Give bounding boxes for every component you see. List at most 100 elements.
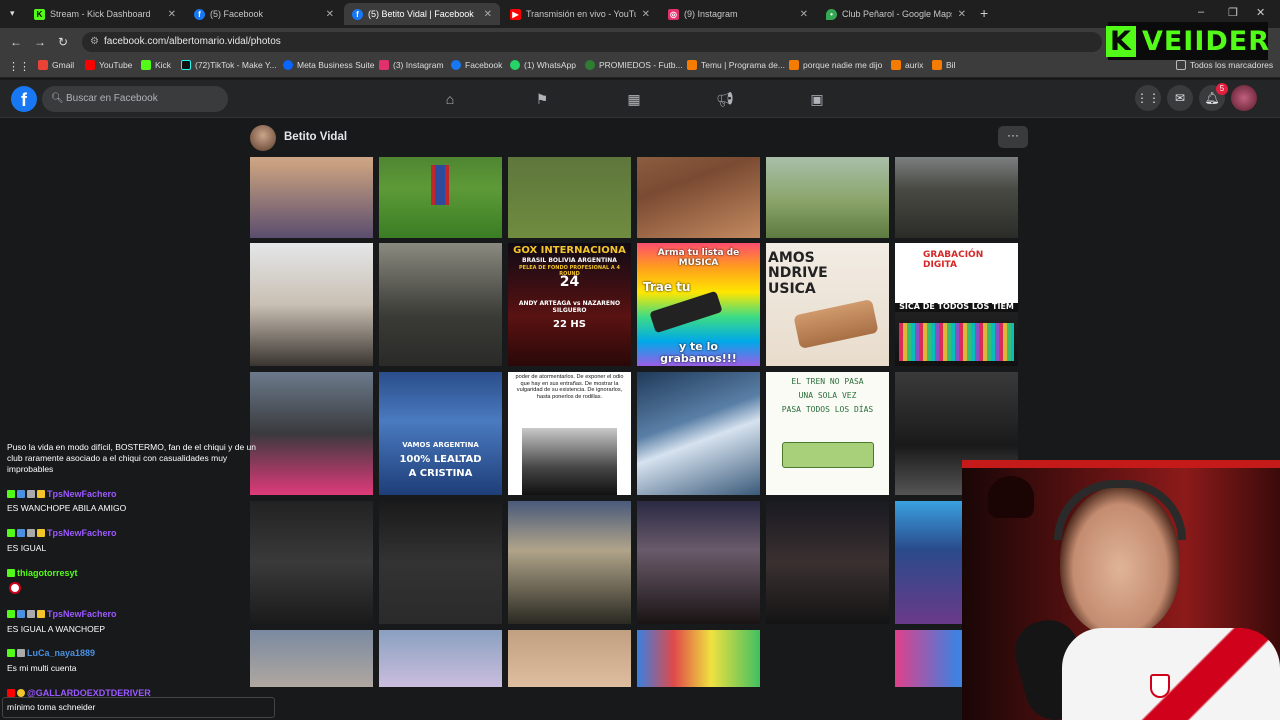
stream-chat-overlay: Puso la vida en modo difícil, BOSTERMO, … [0,440,275,720]
tab-google-maps[interactable]: • Club Peñarol - Google Maps ✕ [818,3,974,25]
new-tab-button[interactable]: + [980,5,988,21]
kick-badge-icon [7,569,15,577]
bookmark-porque[interactable]: porque nadie me dijo [789,60,882,70]
poster-line-3: A CRISTINA [408,468,473,479]
close-icon[interactable]: ✕ [800,9,808,20]
account-avatar[interactable] [1231,85,1257,111]
flag-icon[interactable]: ⚑ [533,90,551,108]
close-icon[interactable]: ✕ [168,9,176,20]
photo-thumbnail[interactable] [637,157,760,238]
photo-thumbnail[interactable] [250,243,373,366]
bookmark-meta[interactable]: Meta Business Suite [283,60,374,70]
folder-icon [687,60,697,70]
photo-thumbnail[interactable] [250,157,373,238]
quote-photo[interactable]: poder de atormentarlos. De exponer el od… [508,372,631,495]
tab-instagram[interactable]: ◎ (9) Instagram ✕ [660,3,816,25]
subscriber-badge-icon [17,649,25,657]
kick-badge-icon [7,649,15,657]
bookmark-whatsapp[interactable]: (1) WhatsApp [510,60,576,70]
bookmark-gmail[interactable]: Gmail [38,60,74,70]
photo-thumbnail[interactable] [508,501,631,624]
close-icon[interactable]: ✕ [958,9,966,20]
tab-youtube[interactable]: ▶ Transmisión en vivo - YouTube ✕ [502,3,658,25]
bookmark-kick[interactable]: Kick [141,60,171,70]
minimize-icon[interactable]: – [1198,6,1204,18]
photo-thumbnail[interactable] [508,630,631,687]
close-icon[interactable]: ✕ [326,9,334,20]
music-pendrive-poster[interactable]: Arma tu lista de MUSICA Trae tu y te lo … [637,243,760,366]
bookmark-temu[interactable]: Temu | Programa de... [687,60,785,70]
poster-line-1: VAMOS ARGENTINA [402,441,479,449]
home-icon[interactable]: ⌂ [441,90,459,108]
username-text: LuCa_naya1889 [27,648,96,658]
facebook-icon: f [194,8,205,20]
all-bookmarks[interactable]: Todos los marcadores [1176,60,1273,70]
tab-betito-vidal[interactable]: f (5) Betito Vidal | Facebook ✕ [344,3,500,25]
photo-thumbnail[interactable] [379,243,502,366]
chat-message: ES IGUAL A WANCHOEP [7,624,106,634]
forward-arrow-icon[interactable]: → [34,35,46,49]
cristina-poster[interactable]: VAMOS ARGENTINA 100% LEALTAD A CRISTINA [379,372,502,495]
window-close-icon[interactable]: ✕ [1256,6,1265,19]
more-options-button[interactable]: ··· [998,126,1028,148]
close-icon[interactable]: ✕ [642,9,650,20]
bookmark-label: (1) WhatsApp [524,60,576,70]
tab-search-chevron-icon[interactable]: ▾ [10,8,15,19]
photo-thumbnail[interactable] [637,372,760,495]
photo-thumbnail[interactable] [766,157,889,238]
gaming-icon[interactable]: ▣ [808,90,826,108]
url-field[interactable]: ⚙ facebook.com/albertomario.vidal/photos [82,32,1102,52]
photo-thumbnail[interactable] [637,630,760,687]
megaphone-icon[interactable]: 📢︎ [716,90,734,108]
marketplace-icon[interactable]: ▦ [625,90,643,108]
bookmark-youtube[interactable]: YouTube [85,60,132,70]
profile-name[interactable]: Betito Vidal [284,131,347,143]
chat-username[interactable]: TpsNewFachero [7,609,117,619]
pendrive-image [649,290,723,334]
notification-badge: 5 [1216,83,1228,95]
profile-avatar[interactable] [250,125,276,151]
tab-kick-dashboard[interactable]: K Stream - Kick Dashboard ✕ [26,3,184,25]
streamer-webcam [962,460,1280,720]
tab-facebook[interactable]: f (5) Facebook ✕ [186,3,342,25]
messenger-icon[interactable]: ✉ [1167,85,1193,111]
bookmark-label: Temu | Programa de... [701,60,785,70]
site-settings-icon[interactable]: ⚙ [90,32,99,52]
bookmark-facebook[interactable]: Facebook [451,60,502,70]
chat-username[interactable]: TpsNewFachero [7,528,117,538]
back-arrow-icon[interactable]: ← [10,35,22,49]
chat-username[interactable]: TpsNewFachero [7,489,117,499]
photo-thumbnail[interactable] [766,501,889,624]
kick-icon [141,60,151,70]
address-bar-row: ← → ↻ ⚙ facebook.com/albertomario.vidal/… [0,28,1280,56]
digital-recording-poster[interactable]: GRABACIÓN DIGITA SICA DE TODOS LOS TIEM [895,243,1018,366]
train-drawing[interactable]: EL TREN NO PASA UNA SOLA VEZ PASA TODOS … [766,372,889,495]
folder-icon [891,60,901,70]
bookmark-label: YouTube [99,60,133,70]
bookmark-bil[interactable]: Bil [932,60,955,70]
reload-icon[interactable]: ↻ [58,35,68,49]
photo-thumbnail[interactable] [379,157,502,238]
chat-username[interactable]: LuCa_naya1889 [7,648,95,658]
chat-input[interactable]: mínimo toma schneider [2,697,275,718]
tab-title: Transmisión en vivo - YouTube [526,9,636,19]
maximize-icon[interactable]: ❐ [1228,6,1238,19]
photo-thumbnail[interactable] [637,501,760,624]
menu-grid-icon[interactable]: ⋮⋮ [1135,85,1161,111]
photo-thumbnail[interactable] [379,630,502,687]
photo-thumbnail[interactable] [508,157,631,238]
photo-thumbnail[interactable] [379,501,502,624]
bookmark-promiedos[interactable]: PROMIEDOS - Futb... [585,60,683,70]
photo-thumbnail[interactable] [895,157,1018,238]
pendrive-music-poster[interactable]: AMOS NDRIVE USICA [766,243,889,366]
facebook-search-input[interactable]: 🔍︎ Buscar en Facebook [42,86,228,112]
facebook-logo-icon[interactable]: f [11,86,37,112]
bookmark-instagram[interactable]: (3) Instagram [379,60,444,70]
gift-badge-icon [37,490,45,498]
apps-grid-icon[interactable]: ⋮⋮ [8,60,30,73]
close-icon[interactable]: ✕ [484,9,492,20]
chat-username[interactable]: thiagotorresyt [7,568,78,578]
boxing-event-poster[interactable]: GOX INTERNACIONA BRASIL BOLIVIA ARGENTIN… [508,243,631,366]
bookmark-tiktok[interactable]: (72)TikTok - Make Y... [181,60,277,70]
bookmark-aurix[interactable]: aurix [891,60,923,70]
